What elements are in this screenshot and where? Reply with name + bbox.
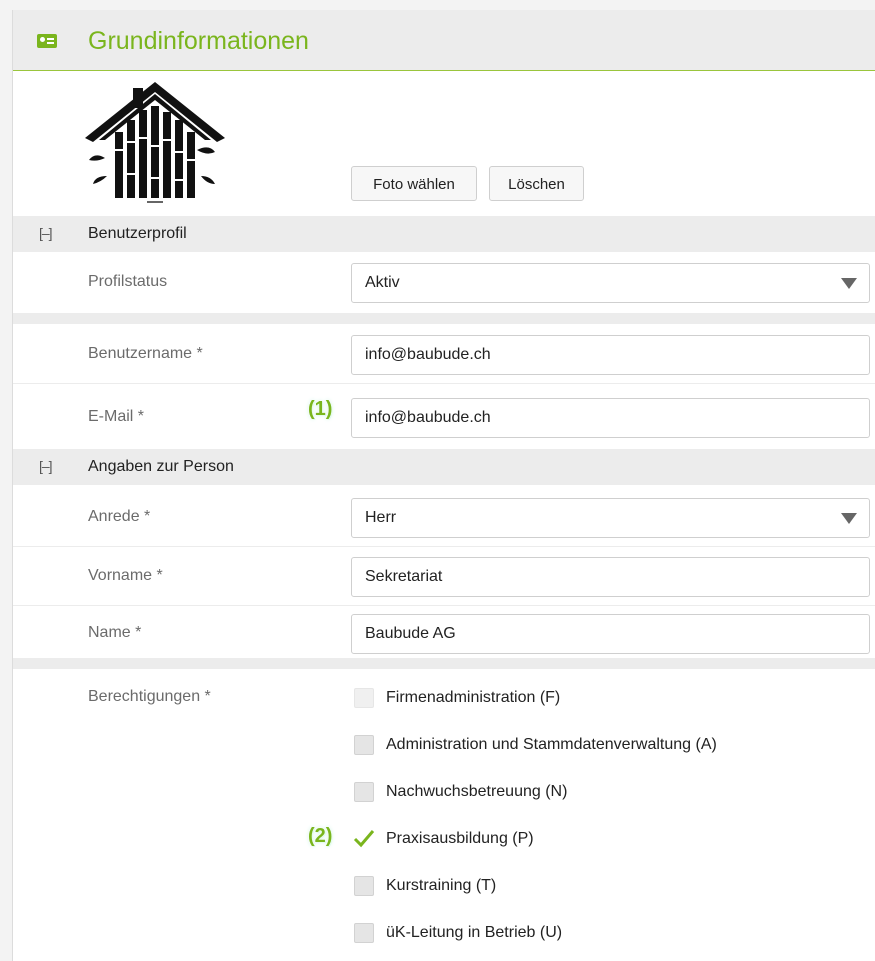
company-logo <box>85 82 225 203</box>
section-collapse-toggle[interactable]: [–] <box>39 225 53 241</box>
checkbox-practical-training[interactable] <box>353 828 375 848</box>
section-collapse-toggle[interactable]: [–] <box>39 458 53 474</box>
permission-label: Kurstraining (T) <box>386 877 497 894</box>
choose-photo-button[interactable]: Foto wählen <box>351 166 477 201</box>
salutation-label: Anrede * <box>88 508 151 525</box>
profile-status-select[interactable]: Aktiv <box>351 263 870 303</box>
annotation-marker-1: (1) <box>308 398 333 420</box>
panel-header: Grundinformationen <box>13 10 875 71</box>
section-title: Angaben zur Person <box>88 458 234 475</box>
checkbox-admin-masterdata[interactable] <box>354 735 374 755</box>
profile-status-label: Profilstatus <box>88 273 168 290</box>
chevron-down-icon <box>841 278 857 289</box>
name-value: Baubude AG <box>365 625 456 642</box>
panel-title: Grundinformationen <box>88 27 309 55</box>
chevron-down-icon <box>841 513 857 524</box>
username-value: info@baubude.ch <box>365 346 491 363</box>
firstname-value: Sekretariat <box>365 568 443 585</box>
section-title: Benutzerprofil <box>88 225 187 242</box>
checkbox-firm-admin[interactable] <box>354 688 374 708</box>
row-divider <box>13 605 875 606</box>
permission-label: Praxisausbildung (P) <box>386 830 534 847</box>
permissions-label: Berechtigungen * <box>88 688 211 705</box>
divider <box>13 658 875 669</box>
email-field[interactable]: info@baubude.ch <box>351 398 870 438</box>
permission-label: Nachwuchsbetreuung (N) <box>386 783 568 800</box>
divider <box>13 313 875 324</box>
name-field[interactable]: Baubude AG <box>351 614 870 654</box>
firstname-label: Vorname * <box>88 567 163 584</box>
email-label: E-Mail * <box>88 408 145 425</box>
check-icon <box>353 830 375 848</box>
basic-info-panel: Grundinformationen Foto wählen Löschen [… <box>12 10 875 961</box>
checkbox-talent-support[interactable] <box>354 782 374 802</box>
name-label: Name * <box>88 624 142 641</box>
permission-label: Firmenadministration (F) <box>386 689 561 706</box>
username-field[interactable]: info@baubude.ch <box>351 335 870 375</box>
row-divider <box>13 383 875 384</box>
username-label: Benutzername * <box>88 345 203 362</box>
delete-photo-button[interactable]: Löschen <box>489 166 584 201</box>
firstname-field[interactable]: Sekretariat <box>351 557 870 597</box>
email-value: info@baubude.ch <box>365 409 491 426</box>
salutation-value: Herr <box>365 509 397 526</box>
checkbox-uk-management[interactable] <box>354 923 374 943</box>
profile-status-value: Aktiv <box>365 274 400 291</box>
checkbox-course-training[interactable] <box>354 876 374 896</box>
section-person-details: [–] Angaben zur Person <box>13 449 875 485</box>
annotation-marker-2: (2) <box>308 825 333 847</box>
id-card-icon <box>37 34 57 48</box>
row-divider <box>13 546 875 547</box>
permission-label: üK-Leitung in Betrieb (U) <box>386 924 563 941</box>
salutation-select[interactable]: Herr <box>351 498 870 538</box>
permission-label: Administration und Stammdatenverwaltung … <box>386 736 717 753</box>
section-user-profile: [–] Benutzerprofil <box>13 216 875 252</box>
